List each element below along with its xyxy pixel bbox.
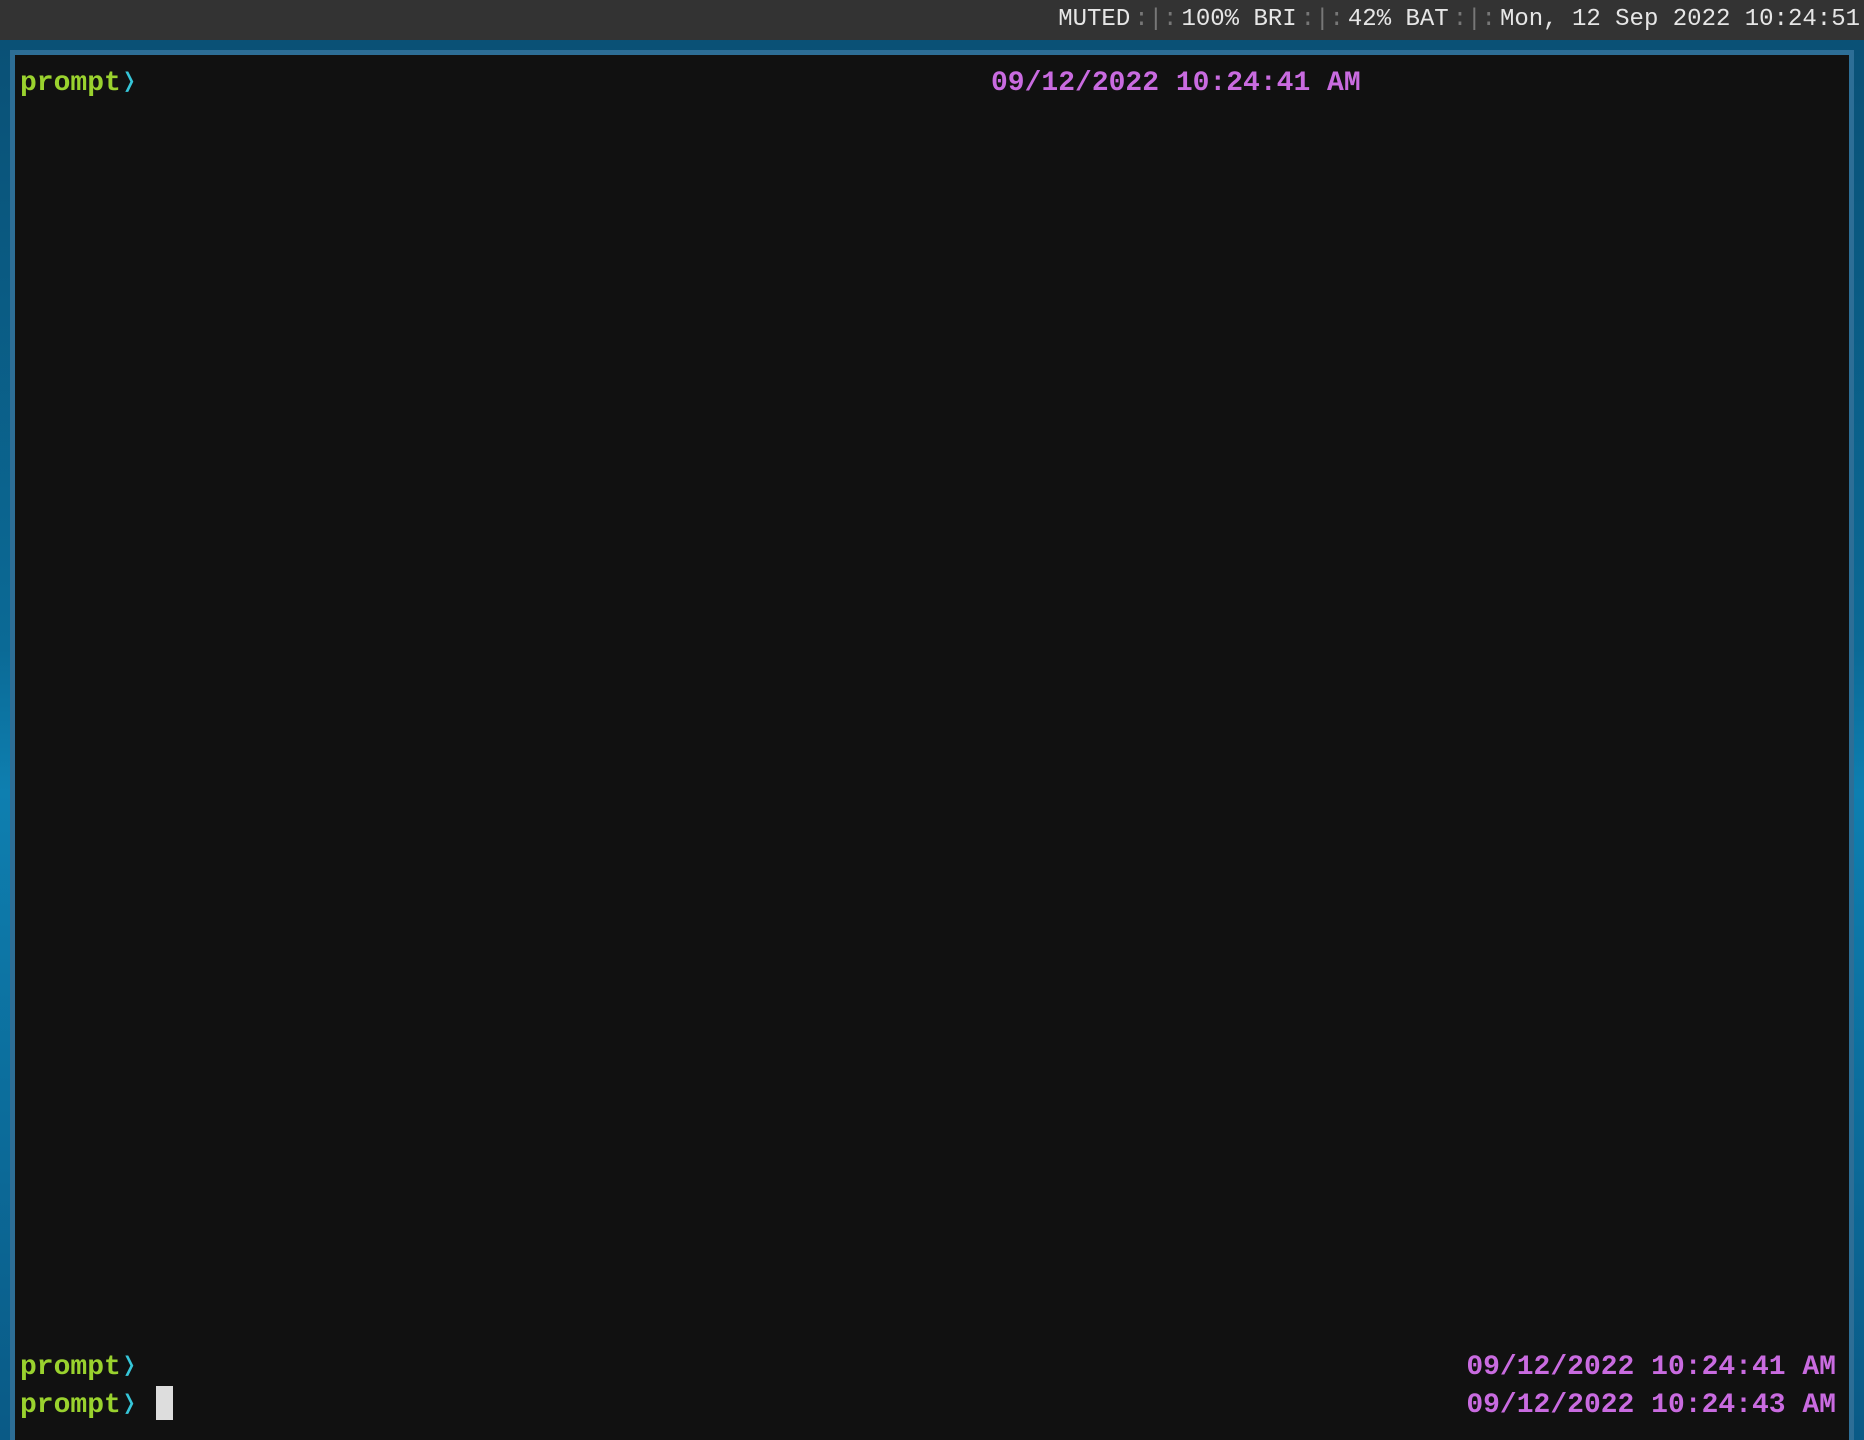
prompt-timestamp: 09/12/2022 10:24:41 AM [991,68,1361,99]
prompt-arrow-icon: ❭ [120,68,138,99]
prompt-text: prompt [20,1352,121,1383]
prompt-arrow-icon: ❭ [120,1390,138,1421]
terminal-prompt-line: prompt❭ [20,65,138,103]
prompt-arrow-icon: ❭ [120,1352,138,1383]
clock[interactable]: Mon, 12 Sep 2022 10:24:51 [1500,0,1860,40]
battery-status[interactable]: 42% BAT [1348,0,1449,40]
terminal-window[interactable]: prompt❭ 09/12/2022 10:24:41 AM prompt❭ 0… [10,50,1854,1440]
prompt-text: prompt [20,68,121,99]
status-separator: :|: [1452,6,1496,33]
prompt-timestamp: 09/12/2022 10:24:43 AM [1466,1390,1836,1421]
status-bar: MUTED :|: 100% BRI :|: 42% BAT :|: Mon, … [0,0,1864,40]
terminal-prompt-line: prompt❭ [20,1349,138,1387]
terminal-active-prompt-line[interactable]: prompt❭ [20,1385,173,1425]
volume-status[interactable]: MUTED [1058,0,1130,40]
status-separator: :|: [1300,6,1344,33]
status-separator: :|: [1134,6,1178,33]
status-items: MUTED :|: 100% BRI :|: 42% BAT :|: Mon, … [1058,0,1860,40]
prompt-timestamp: 09/12/2022 10:24:41 AM [1466,1352,1836,1383]
prompt-text: prompt [20,1390,121,1421]
desktop: MUTED :|: 100% BRI :|: 42% BAT :|: Mon, … [0,0,1864,1440]
text-cursor [155,1385,173,1420]
brightness-status[interactable]: 100% BRI [1181,0,1296,40]
